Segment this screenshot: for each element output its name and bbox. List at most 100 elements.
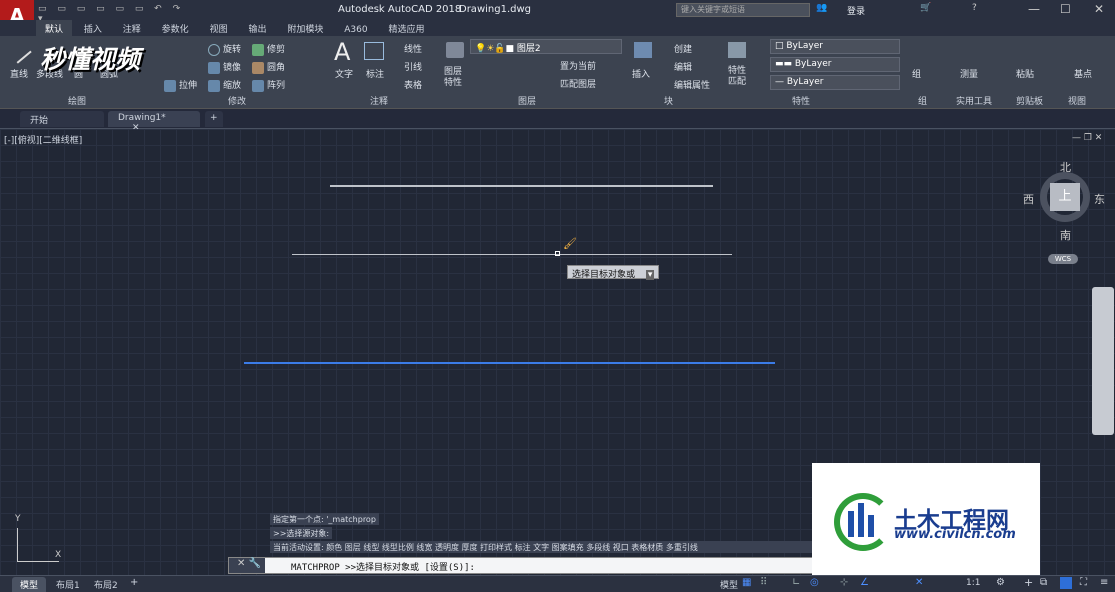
insert-icon[interactable] [634,42,652,58]
isolate-icon[interactable]: ⧉ [1040,577,1047,588]
workspace-gear-icon[interactable]: ⚙ [996,577,1005,588]
compass-south[interactable]: 南 [1060,227,1071,243]
close-button[interactable]: ✕ [1094,2,1104,16]
section-layers[interactable]: 图层 [518,94,536,108]
drawn-line-middle[interactable] [292,254,732,255]
line-icon[interactable] [6,38,32,64]
user-icon[interactable]: 👥 [816,3,827,13]
ortho-toggle-icon[interactable]: ∟ [792,577,800,588]
linetype-dropdown[interactable]: — ByLayer [770,75,900,90]
login-button[interactable]: 登录 [847,4,865,17]
section-utilities[interactable]: 实用工具 [956,94,992,108]
help-icon[interactable]: ? [972,3,977,13]
tab-addins[interactable]: 附加模块 [278,20,332,37]
section-annotation[interactable]: 注释 [370,94,388,108]
match-props-icon[interactable] [728,42,746,58]
section-properties[interactable]: 特性 [792,94,810,108]
tab-annotate[interactable]: 注释 [114,20,150,37]
base-button[interactable]: 基点 [1074,67,1092,80]
layout-tab-model[interactable]: 模型 [12,577,47,592]
new-tab-button[interactable]: + [205,111,223,127]
drawn-line-blue[interactable] [244,362,775,364]
maximize-button[interactable]: ☐ [1060,2,1071,16]
mirror-button[interactable]: 镜像 [208,60,241,74]
minimize-button[interactable]: — [1028,2,1040,16]
model-space-button[interactable]: 模型 [720,578,738,591]
layer-dropdown[interactable]: 💡☀🔓■ 图层2 [470,39,622,54]
viewcube-top-face[interactable]: 上 [1050,183,1080,211]
annotation-toggle-icon[interactable]: ✕ [915,577,923,588]
annotation-scale[interactable]: 1:1 [966,578,980,588]
trim-button[interactable]: 修剪 [252,42,285,56]
snap-toggle-icon[interactable]: ⠿ [760,577,767,588]
section-clipboard[interactable]: 剪贴板 [1016,94,1043,108]
osnap-toggle-icon[interactable]: ⊹ [840,577,848,588]
tab-insert[interactable]: 插入 [75,20,111,37]
tab-view[interactable]: 视图 [201,20,237,37]
tooltip-arrow-icon[interactable]: ▾ [645,270,655,280]
paste-button[interactable]: 粘贴 [1016,67,1034,80]
line-button[interactable]: 直线 [10,67,28,80]
customize-icon[interactable]: ≡ [1100,577,1108,588]
doc-tab-drawing1[interactable]: Drawing1* ✕ [108,111,200,133]
navigation-bar[interactable] [1092,287,1114,435]
section-groups[interactable]: 组 [918,94,927,108]
tab-a360[interactable]: A360 [335,23,376,37]
edit-attr-button[interactable]: 编辑属性 [674,78,710,91]
group-button[interactable]: 组 [912,67,921,80]
search-input[interactable]: 键入关键字或短语 [676,3,810,17]
wcs-button[interactable]: WCS [1048,254,1078,264]
color-dropdown[interactable]: □ ByLayer [770,39,900,54]
plus-icon[interactable]: + [1024,576,1033,589]
set-current-button[interactable]: 置为当前 [560,59,596,72]
tab-output[interactable]: 输出 [239,20,275,37]
match-props-button[interactable]: 特性匹配 [728,66,750,88]
viewcube[interactable]: 北 上 西 东 南 [1023,159,1105,249]
command-line[interactable]: ✕ 🔧 MATCHPROP >>选择目标对象或 [设置(S)]: [228,557,826,574]
quick-access-toolbar[interactable]: ▭ ▭ ▭ ▭ ▭ ▭ ↶ ↷ ▾ [38,4,188,24]
dimension-button[interactable]: 标注 [366,67,384,80]
tab-parametric[interactable]: 参数化 [153,20,198,37]
compass-west[interactable]: 西 [1023,191,1034,207]
rotate-button[interactable]: 旋转 [208,42,241,56]
section-block[interactable]: 块 [664,94,673,108]
dimension-icon[interactable] [364,42,384,60]
command-prompt[interactable]: MATCHPROP >>选择目标对象或 [设置(S)]: [291,560,475,573]
text-button[interactable]: 文字 [335,67,353,80]
polar-toggle-icon[interactable]: ◎ [810,577,819,588]
match-layer-button[interactable]: 匹配图层 [560,77,596,90]
viewport-label[interactable]: [-][俯视][二维线框] [4,133,82,146]
fillet-button[interactable]: 圆角 [252,60,285,74]
edit-block-button[interactable]: 编辑 [674,60,692,73]
text-icon[interactable]: A [334,38,350,66]
tab-featured[interactable]: 精选应用 [379,20,433,37]
section-modify[interactable]: 修改 [228,94,246,108]
tab-default[interactable]: 默认 [36,20,73,37]
table-button[interactable]: 表格 [404,78,422,91]
section-view[interactable]: 视图 [1068,94,1086,108]
insert-button[interactable]: 插入 [632,67,650,80]
linear-button[interactable]: 线性 [404,42,422,55]
create-block-button[interactable]: 创建 [674,42,692,55]
array-button[interactable]: 阵列 [252,78,285,92]
compass-east[interactable]: 东 [1094,191,1105,207]
scale-button[interactable]: 缩放 [208,78,241,92]
leader-button[interactable]: 引线 [404,60,422,73]
layer-props-icon[interactable] [446,42,464,58]
lineweight-dropdown[interactable]: ▬▬ ByLayer [770,57,900,72]
viewport-controls[interactable]: — ❐ ✕ [1072,133,1102,143]
drawing-canvas[interactable]: [-][俯视][二维线框] — ❐ ✕ 🖌 选择目标对象或 ▾ 北 上 西 东 … [0,129,1115,575]
hardware-accel-icon[interactable] [1060,577,1072,589]
otrack-toggle-icon[interactable]: ∠ [860,577,869,588]
layout-tab-1[interactable]: 布局1 [50,577,86,592]
add-layout-button[interactable]: + [130,577,138,588]
doc-tab-start[interactable]: 开始 [20,111,104,127]
layout-tab-2[interactable]: 布局2 [88,577,124,592]
measure-button[interactable]: 测量 [960,67,978,80]
fullscreen-icon[interactable]: ⛶ [1080,577,1087,588]
close-command-icon[interactable]: ✕ 🔧 [229,558,265,573]
drawn-line-top[interactable] [330,185,713,187]
cart-icon[interactable]: 🛒 [920,3,931,13]
section-draw[interactable]: 绘图 [68,94,86,108]
layer-props-button[interactable]: 图层特性 [444,67,470,89]
